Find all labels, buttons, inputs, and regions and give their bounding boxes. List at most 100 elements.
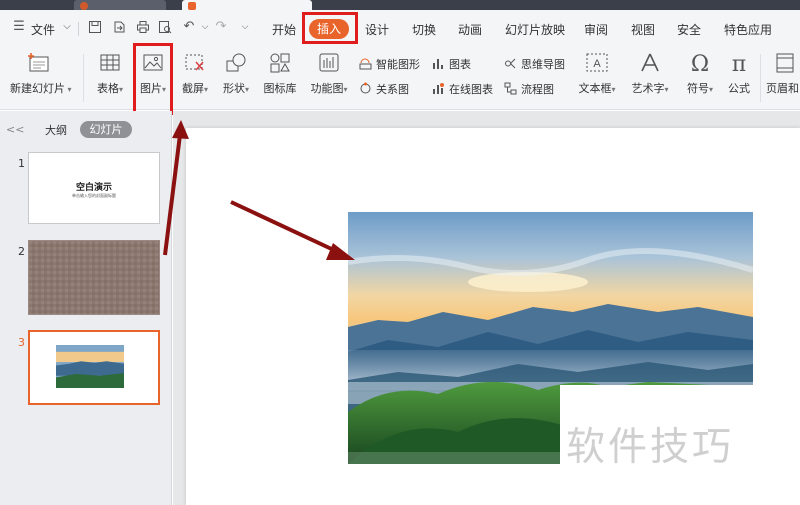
symbol-button[interactable]: Ω 符号▾ xyxy=(683,52,717,96)
slide-thumbnail-3[interactable] xyxy=(28,330,160,405)
shapes-label: 形状 xyxy=(222,82,245,95)
icon-library-icon xyxy=(270,53,290,73)
header-footer-icon xyxy=(776,53,794,73)
tab-slideshow[interactable]: 幻灯片放映 xyxy=(505,21,565,38)
print-preview-icon[interactable] xyxy=(158,20,172,34)
function-chart-icon xyxy=(319,53,339,72)
table-icon xyxy=(100,54,120,71)
slide-thumbnail-subtitle: 单击输入您的封面副标题 xyxy=(72,193,116,198)
redo-icon[interactable]: ↷ xyxy=(214,20,228,34)
flowchart-button[interactable]: 流程图 xyxy=(504,81,554,97)
watermark-text: 软件技巧 xyxy=(566,425,735,470)
shapes-icon xyxy=(226,53,246,72)
svg-text:A: A xyxy=(593,58,601,70)
document-tab-active[interactable] xyxy=(182,0,312,10)
new-slide-icon xyxy=(28,53,49,72)
new-slide-label: 新建幻灯片 xyxy=(10,82,65,95)
slide-thumbnail-title: 空白演示 xyxy=(75,183,112,193)
icon-library-label: 图标库 xyxy=(263,82,297,95)
menu-divider xyxy=(78,22,79,36)
chevron-down-icon[interactable]: ⌵ xyxy=(60,20,74,34)
screenshot-button[interactable]: 截屏▾ xyxy=(178,52,212,96)
online-chart-icon xyxy=(433,83,444,94)
app-tab-icon xyxy=(80,2,88,10)
print-icon[interactable] xyxy=(136,20,150,34)
tab-outline[interactable]: 大纲 xyxy=(45,122,67,138)
slide-thumbnail-1[interactable]: 空白演示 单击输入您的封面副标题 xyxy=(28,152,160,224)
smart-graphic-button[interactable]: 智能图形 xyxy=(359,56,420,72)
header-footer-button[interactable]: 页眉和 xyxy=(766,52,800,96)
symbol-label: 符号 xyxy=(686,82,709,95)
header-footer-label: 页眉和 xyxy=(766,82,799,95)
screenshot-label: 截屏 xyxy=(181,82,204,95)
textbox-button[interactable]: A 文本框▾ xyxy=(576,52,618,96)
online-chart-label: 在线图表 xyxy=(449,83,493,96)
formula-button[interactable]: π 公式 xyxy=(724,52,754,96)
new-slide-button[interactable]: 新建幻灯片 ▾ xyxy=(10,52,72,96)
flowchart-icon xyxy=(504,82,517,95)
table-button[interactable]: 表格▾ xyxy=(93,52,127,96)
tab-view[interactable]: 视图 xyxy=(631,21,655,38)
insert-ribbon: 新建幻灯片 ▾ 表格▾ 图片▾ 截屏▾ 形状▾ 图标库 功能图▾ 智能图形 图表… xyxy=(0,46,800,110)
tab-features[interactable]: 特色应用 xyxy=(724,21,772,38)
textbox-icon: A xyxy=(586,53,608,72)
tab-review[interactable]: 审阅 xyxy=(584,21,608,38)
mind-map-label: 思维导图 xyxy=(521,58,565,71)
smart-graphic-icon xyxy=(359,58,372,70)
function-chart-button[interactable]: 功能图▾ xyxy=(306,52,352,96)
slide-number: 1 xyxy=(18,157,25,170)
tab-slides[interactable]: 幻灯片 xyxy=(80,121,132,138)
window-titlebar xyxy=(0,0,800,10)
chart-label: 图表 xyxy=(449,58,471,71)
art-text-label: 艺术字 xyxy=(631,82,665,95)
quick-access-dropdown-icon[interactable]: ⌵ xyxy=(238,20,252,34)
svg-text:π: π xyxy=(732,52,746,74)
slide-thumbnail-2[interactable] xyxy=(28,240,160,315)
chart-icon xyxy=(433,59,443,69)
hamburger-menu-icon[interactable]: ☰ xyxy=(12,20,26,34)
tab-security[interactable]: 安全 xyxy=(677,21,701,38)
presentation-tab-icon xyxy=(188,2,196,10)
slide-number-active: 3 xyxy=(18,336,25,349)
mind-map-icon xyxy=(505,58,516,69)
function-chart-label: 功能图 xyxy=(310,82,344,95)
relation-chart-icon xyxy=(360,82,371,94)
tab-design[interactable]: 设计 xyxy=(365,21,389,38)
ribbon-divider xyxy=(760,54,761,102)
thumbnail-landscape-image xyxy=(56,345,124,388)
omega-icon: Ω xyxy=(691,52,709,74)
table-label: 表格 xyxy=(96,82,119,95)
relation-chart-label: 关系图 xyxy=(376,83,409,96)
flowchart-label: 流程图 xyxy=(521,83,554,96)
texture-pattern xyxy=(29,241,159,314)
art-text-button[interactable]: 艺术字▾ xyxy=(629,52,671,96)
export-icon[interactable] xyxy=(112,20,126,34)
icon-library-button[interactable]: 图标库 xyxy=(260,52,300,96)
ribbon-divider xyxy=(83,54,84,102)
mind-map-button[interactable]: 思维导图 xyxy=(504,56,565,72)
save-icon[interactable] xyxy=(88,20,102,34)
file-menu[interactable]: 文件 xyxy=(31,21,55,38)
formula-label: 公式 xyxy=(728,82,750,95)
relation-chart-button[interactable]: 关系图 xyxy=(359,81,409,97)
art-text-icon xyxy=(641,53,659,72)
tab-transitions[interactable]: 切换 xyxy=(412,21,436,38)
undo-dropdown-icon[interactable]: ⌵ xyxy=(198,20,212,34)
pi-icon: π xyxy=(732,52,746,74)
svg-text:Ω: Ω xyxy=(691,52,709,74)
document-tab-1[interactable] xyxy=(74,0,166,10)
insert-tab-highlight xyxy=(302,12,358,44)
shapes-button[interactable]: 形状▾ xyxy=(219,52,253,96)
picture-button-highlight xyxy=(133,43,173,115)
menu-bar: ☰ 文件 ⌵ ↶ ⌵ ↷ ⌵ 开始 插入 设计 切换 动画 幻灯片放映 审阅 视… xyxy=(0,10,800,46)
panel-collapse-button[interactable]: << xyxy=(6,123,24,136)
chart-button[interactable]: 图表 xyxy=(432,56,471,72)
undo-icon[interactable]: ↶ xyxy=(182,20,196,34)
online-chart-button[interactable]: 在线图表 xyxy=(432,81,493,97)
screenshot-icon xyxy=(185,54,204,71)
textbox-label: 文本框 xyxy=(578,82,612,95)
tab-home[interactable]: 开始 xyxy=(272,21,296,38)
slide-number: 2 xyxy=(18,245,25,258)
tab-animations[interactable]: 动画 xyxy=(458,21,482,38)
smart-graphic-label: 智能图形 xyxy=(376,58,420,71)
